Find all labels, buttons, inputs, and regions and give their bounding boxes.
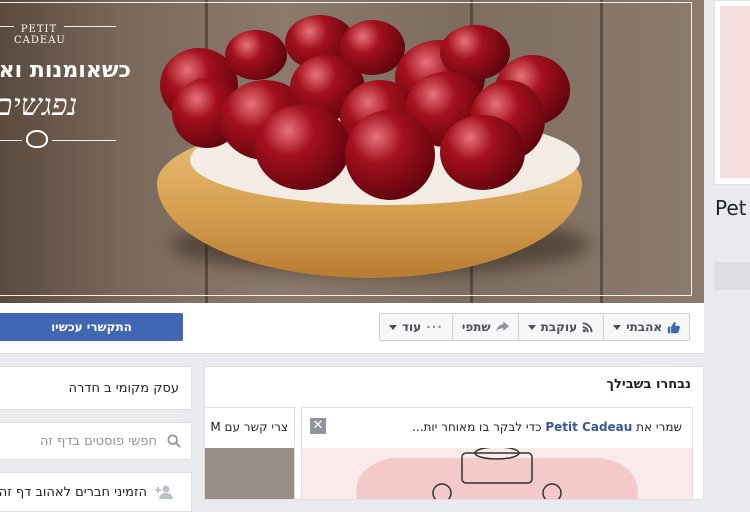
search-box[interactable]: חפשי פוסטים בדף זה: [0, 422, 192, 460]
page-link[interactable]: Petit Cadeau: [545, 420, 632, 434]
panel-title: נבחרו בשבילך: [606, 377, 691, 392]
nav-highlight[interactable]: [714, 262, 750, 290]
dots-icon: ···: [426, 320, 443, 334]
close-icon[interactable]: ✕: [310, 418, 326, 434]
like-icon: [667, 321, 680, 333]
share-label: שתפי: [461, 320, 491, 334]
profile-picture: [720, 6, 750, 178]
logo-hebrew-script: נפגשים: [0, 88, 78, 123]
profile-picture-card[interactable]: [714, 0, 750, 185]
page-action-bar: התקשרי עכשיו אהבתי עוקבת שתפי ··· עוד: [0, 303, 704, 354]
search-input[interactable]: חפשי פוסטים בדף זה: [40, 434, 157, 449]
invite-friends-text: הזמיני חברים לאהוב דף זה: [0, 485, 147, 500]
invite-box[interactable]: הזמיני חברים לאהוב דף זה: [0, 472, 192, 512]
chevron-down-icon: [389, 324, 397, 330]
share-button[interactable]: שתפי: [451, 314, 518, 340]
suggested-for-you-panel: נבחרו בשבילך שמרי את Petit Cadeau כדי לב…: [204, 366, 704, 500]
logo-rule: [64, 26, 116, 27]
contact-page-card[interactable]: צרי קשר עם M: [205, 407, 295, 499]
cake-icon: [26, 130, 48, 148]
more-button[interactable]: ··· עוד: [380, 314, 452, 340]
right-column: Pet: [714, 0, 750, 500]
logo-rule: [52, 140, 116, 141]
page-name-title[interactable]: Pet: [715, 196, 747, 220]
save-page-card[interactable]: שמרי את Petit Cadeau כדי לבקר בו מאוחר י…: [301, 407, 693, 499]
chevron-down-icon: [527, 324, 536, 330]
like-label: אהבתי: [626, 320, 663, 334]
cover-photo[interactable]: PETIT CADEAU כשאומנות וא נפגשים: [0, 0, 704, 303]
add-friend-icon: [155, 485, 173, 499]
logo-hebrew-title: כשאומנות וא: [0, 58, 131, 83]
more-label: עוד: [402, 320, 422, 334]
logo-brand-text: PETIT CADEAU: [14, 24, 66, 46]
contact-card-text: צרי קשר עם M: [210, 420, 288, 434]
page-actions-group: אהבתי עוקבת שתפי ··· עוד: [379, 313, 691, 341]
save-page-text: שמרי את Petit Cadeau כדי לבקר בו מאוחר י…: [412, 420, 682, 434]
logo-rule: [0, 26, 14, 27]
card-image: [205, 448, 294, 499]
search-icon: [167, 434, 181, 448]
like-button[interactable]: אהבתי: [603, 314, 689, 340]
rss-icon: [582, 322, 593, 333]
follow-button[interactable]: עוקבת: [517, 314, 603, 340]
business-category[interactable]: עסק מקומי ב חדרה: [69, 381, 179, 396]
logo-rule: [0, 140, 22, 141]
call-now-button[interactable]: התקשרי עכשיו: [0, 313, 183, 341]
card-image: [302, 446, 692, 499]
cake-illustration: [356, 446, 638, 499]
chevron-down-icon: [613, 324, 622, 330]
share-icon: [495, 321, 509, 332]
brand-logo: PETIT CADEAU כשאומנות וא נפגשים: [0, 18, 135, 158]
follow-label: עוקבת: [540, 320, 578, 334]
about-box: עסק מקומי ב חדרה: [0, 366, 192, 410]
